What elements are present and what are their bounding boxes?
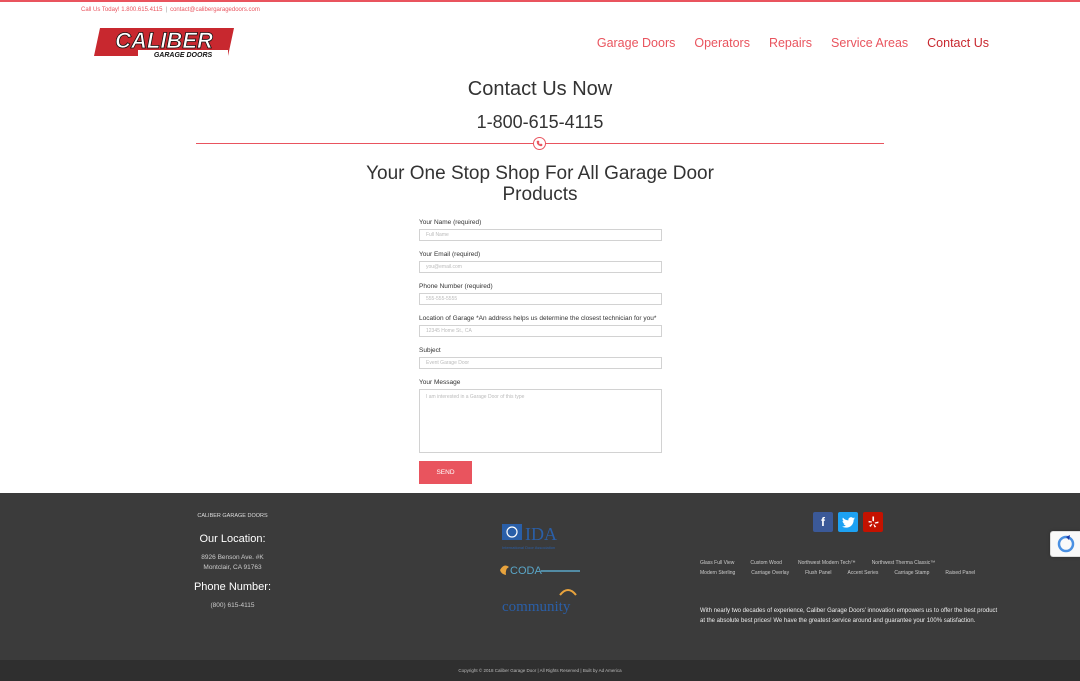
tag-link[interactable]: Glass Full View [700,558,734,568]
section-title: Your One Stop Shop For All Garage Door P… [366,163,714,205]
twitter-icon[interactable] [838,512,858,532]
phone-label: Phone Number (required) [419,283,493,290]
community-logo-text: community [502,599,571,615]
footer-address-line1: 8926 Benson Ave. #K [201,554,264,561]
coda-logo[interactable]: CODA [498,561,582,584]
tag-link[interactable]: Modern Sterling [700,568,735,578]
footer-address-line2: Montclair, CA 91763 [203,564,262,571]
top-accent-line [0,0,1080,2]
location-input[interactable] [419,325,662,337]
tag-link[interactable]: Carriage Stamp [894,568,929,578]
ida-logo[interactable]: IDA International Door Association [501,522,581,557]
tag-link[interactable]: Northwest Modern Tech™ [798,558,856,568]
tag-link[interactable]: Raised Panel [945,568,975,578]
email-label: Your Email (required) [419,251,481,258]
tag-link[interactable]: Northwest Therma Classic™ [872,558,936,568]
email-input[interactable] [419,261,662,273]
footer-brand: CALIBER GARAGE DOORS [197,513,268,519]
social-links: f [813,512,883,532]
hero-phone[interactable]: 1-800-615-4115 [0,112,1080,133]
topbar-email-link[interactable]: contact@calibergaragedoors.com [170,7,260,13]
community-logo[interactable]: community [500,585,582,622]
topbar-separator: | [165,7,168,13]
name-label: Your Name (required) [419,219,482,226]
product-tags: Glass Full View Custom Wood Northwest Mode… [700,558,1000,578]
message-textarea[interactable] [419,389,662,453]
topbar-call: Call Us Today! 1.800.615.4115 [81,7,163,13]
recaptcha-badge[interactable] [1050,531,1080,557]
nav-repairs[interactable]: Repairs [769,36,812,50]
tag-link[interactable]: Carriage Overlay [751,568,789,578]
footer-contact-column: CALIBER GARAGE DOORS Our Location: 8926 … [160,493,305,660]
send-button[interactable]: SEND [419,461,472,484]
page-title: Contact Us Now [467,78,613,100]
main-nav: Garage Doors Operators Repairs Service A… [597,36,989,50]
copyright-bar: Copyright © 2018 Caliber Garage Door | A… [0,660,1080,681]
location-label: Location of Garage *An address helps us … [419,315,657,322]
subject-input[interactable] [419,357,662,369]
yelp-icon[interactable] [863,512,883,532]
footer-location-heading: Our Location: [199,533,266,545]
name-input[interactable] [419,229,662,241]
ida-logo-text: IDA [525,524,557,544]
tag-link[interactable]: Custom Wood [750,558,782,568]
ida-logo-subtext: International Door Association [502,545,555,550]
phone-input[interactable] [419,293,662,305]
tag-link[interactable]: Flush Panel [805,568,831,578]
message-label: Your Message [419,379,461,386]
facebook-icon[interactable]: f [813,512,833,532]
footer-about-text: With nearly two decades of experience, C… [700,608,998,624]
nav-contact-us[interactable]: Contact Us [927,36,989,50]
nav-service-areas[interactable]: Service Areas [831,36,908,50]
logo-sub-text: GARAGE DOORS [154,52,213,59]
nav-operators[interactable]: Operators [694,36,750,50]
footer-phone-heading: Phone Number: [193,581,272,593]
logo-main-text: CALIBER [115,28,213,53]
contact-form: Your Name (required) Your Email (require… [419,218,662,453]
footer-phone[interactable]: (800) 615-4115 [160,601,305,611]
nav-garage-doors[interactable]: Garage Doors [597,36,676,50]
topbar-contact: Call Us Today! 1.800.615.4115 | contact@ca… [81,7,260,13]
caliber-logo[interactable]: CALIBER GARAGE DOORS [92,26,238,60]
tag-link[interactable]: Accent Series [848,568,879,578]
coda-logo-text: CODA [510,565,542,577]
subject-label: Subject [419,347,441,354]
phone-icon [533,137,546,150]
